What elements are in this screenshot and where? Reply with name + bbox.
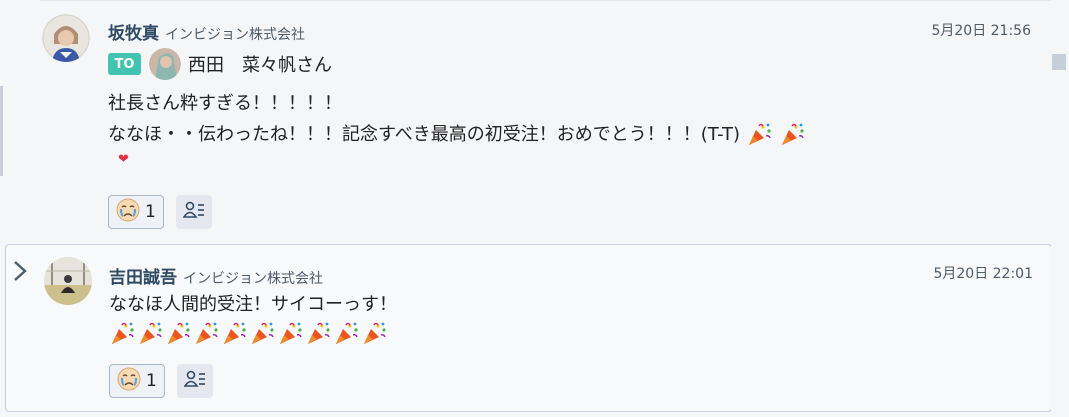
crying-face-icon [115,197,141,227]
party-popper-icon [137,321,165,347]
message-text: ななほ・・伝わったね！！！記念すべき最高の初受注！おめでとう！！！(T-T) [108,120,807,148]
avatar[interactable] [44,257,92,305]
party-popper-icon [305,321,333,347]
party-popper-icon [333,321,361,347]
reaction-button[interactable]: 1 [108,195,164,229]
heart-icon: ❤ [118,152,129,167]
to-badge: TO [108,53,141,75]
message-text: ななほ人間的受注！サイコーっす！ [109,294,397,315]
mention-avatar[interactable] [149,48,181,80]
reaction-count: 1 [146,371,157,391]
message-item: 坂牧真 インビジョン株式会社 5月20日 21:56 TO 西田 菜々帆さん 社長… [0,0,1051,238]
party-popper-icon [277,321,305,347]
sender-name-text[interactable]: 坂牧真 [108,24,159,44]
chevron-right-icon[interactable] [12,259,30,283]
message-item: 吉田誠吾 インビジョン株式会社 5月20日 22:01 ななほ人間的受注！サイコー… [5,244,1052,412]
sender-name[interactable]: 坂牧真 インビジョン株式会社 [108,19,305,44]
party-popper-row [109,321,389,347]
party-popper-icon [193,321,221,347]
reactions-bar: 1 [109,364,213,398]
sender-organization: インビジョン株式会社 [165,27,305,43]
reaction-button[interactable]: 1 [109,364,165,398]
party-popper-icon [221,321,249,347]
message-text: 社長さん粋すぎる！！！！！ [108,93,342,114]
sender-organization: インビジョン株式会社 [183,271,323,287]
reaction-count: 1 [145,202,156,222]
reactions-bar: 1 [108,195,212,229]
sender-name[interactable]: 吉田誠吾 インビジョン株式会社 [109,263,323,288]
avatar[interactable] [42,14,90,62]
party-popper-icon [746,122,774,148]
readers-button[interactable] [177,364,213,398]
crying-face-icon [116,366,142,396]
message-timestamp: 5月20日 21:56 [931,23,1031,39]
party-popper-icon [165,321,193,347]
message-text-line: ななほ・・伝わったね！！！記念すべき最高の初受注！おめでとう！！！(T-T) [108,124,740,145]
party-popper-icon [779,122,807,148]
party-popper-icon [109,321,137,347]
readers-button[interactable] [176,195,212,229]
message-timestamp: 5月20日 22:01 [933,266,1033,282]
sender-name-text[interactable]: 吉田誠吾 [109,268,177,288]
to-mention-row: TO 西田 菜々帆さん [108,48,332,80]
scrollbar[interactable] [1051,0,1069,417]
readers-icon [182,200,205,224]
party-popper-icon [361,321,389,347]
scrollbar-thumb[interactable] [1052,54,1066,70]
mention-name: 西田 菜々帆さん [188,55,332,76]
readers-icon [183,369,206,393]
party-popper-icon [249,321,277,347]
